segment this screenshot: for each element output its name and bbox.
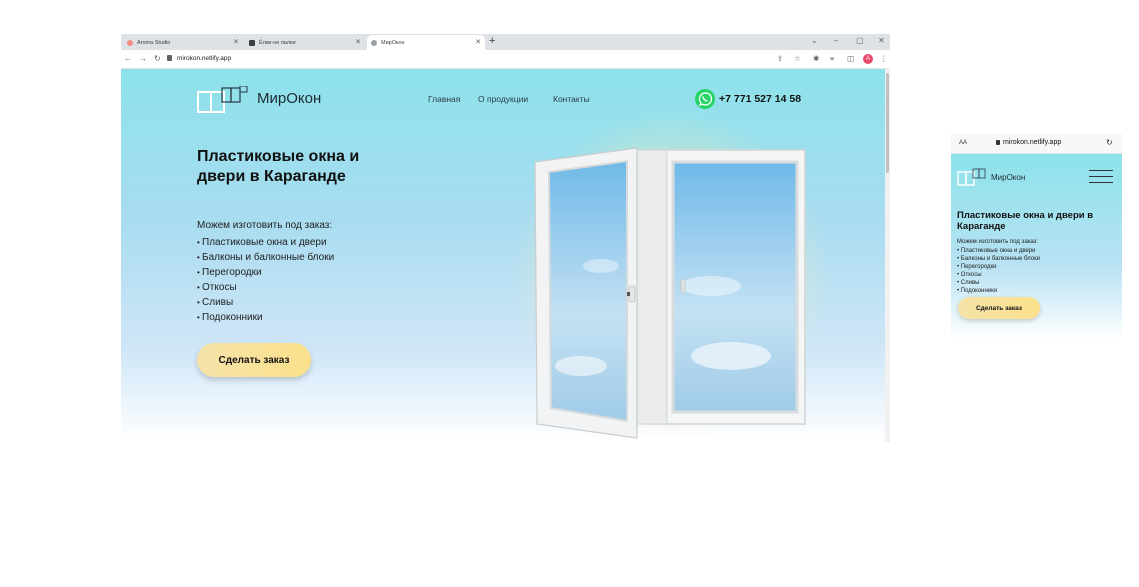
tab-strip: Aroma Studio ✕ Ёлки-не палки ✕ МирОкон ✕… (121, 34, 890, 50)
tab-favicon-icon (249, 39, 255, 46)
forward-arrow-icon[interactable]: → (139, 54, 147, 63)
reload-icon[interactable]: ↻ (1106, 138, 1113, 147)
profile-avatar[interactable]: A (863, 54, 873, 64)
hero-heading: Пластиковые окна и двери в Караганде (957, 210, 1094, 232)
sidepanel-icon[interactable]: ◫ (847, 54, 854, 63)
tab-aroma-studio[interactable]: Aroma Studio ✕ (123, 35, 243, 50)
maximize-button[interactable]: ▢ (856, 36, 864, 45)
list-item: Подоконники (197, 310, 334, 325)
close-tab-icon[interactable]: ✕ (233, 38, 239, 46)
order-button[interactable]: Сделать заказ (197, 343, 311, 377)
tab-label: Ёлки-не палки (259, 39, 296, 46)
tab-label: Aroma Studio (137, 39, 171, 46)
text-size-button[interactable]: AA (959, 140, 967, 146)
mobile-url[interactable]: mirokon.netlify.app (1003, 139, 1061, 146)
list-item: Сливы (957, 279, 1040, 287)
list-item: Пластиковые окна и двери (197, 235, 334, 250)
minimize-button[interactable]: – (834, 36, 838, 45)
products-list: Пластиковые окна и двери Балконы и балко… (957, 247, 1040, 295)
tab-favicon-icon (127, 39, 133, 46)
logo-text[interactable]: МирОкон (991, 173, 1025, 182)
hero-lead: Можем изготовить под заказ: (957, 239, 1039, 245)
desktop-browser-window: Aroma Studio ✕ Ёлки-не палки ✕ МирОкон ✕… (121, 34, 890, 442)
whatsapp-icon[interactable] (695, 89, 715, 109)
logo-text[interactable]: МирОкон (257, 90, 321, 107)
logo-icon[interactable] (957, 168, 987, 186)
list-item: Откосы (957, 271, 1040, 279)
list-item: Перегородки (197, 265, 334, 280)
lock-icon (167, 55, 172, 61)
tab-mirokon[interactable]: МирОкон ✕ (367, 35, 485, 50)
menu-dots-icon[interactable]: ⋮ (880, 54, 888, 63)
list-item: Сливы (197, 295, 334, 310)
list-item: Подоконники (957, 287, 1040, 295)
logo-icon[interactable] (197, 86, 251, 114)
address-bar-row: ← → ↻ mirokon.netlify.app ⇪ ☆ ✱ ≡ ◫ A ⋮ (121, 50, 890, 69)
list-item: Балконы и балконные блоки (957, 255, 1040, 263)
list-item: Перегородки (957, 263, 1040, 271)
star-icon[interactable]: ☆ (794, 54, 801, 63)
mobile-preview: AA mirokon.netlify.app ↻ МирОкон Пластик… (951, 134, 1122, 340)
window-image (534, 147, 806, 439)
close-tab-icon[interactable]: ✕ (355, 38, 361, 46)
reload-icon[interactable]: ↻ (154, 54, 161, 63)
mobile-address-bar: AA mirokon.netlify.app ↻ (951, 134, 1122, 154)
list-item: Откосы (197, 280, 334, 295)
close-tab-icon[interactable]: ✕ (475, 38, 481, 46)
tab-label: МирОкон (381, 39, 405, 46)
hero-heading: Пластиковые окна и двери в Караганде (197, 148, 360, 185)
extensions-icon[interactable]: ✱ (813, 54, 819, 63)
hamburger-menu-icon[interactable] (1089, 170, 1113, 184)
tab-search-icon[interactable]: ⌄ (811, 36, 818, 45)
close-window-button[interactable]: ✕ (878, 36, 885, 45)
scrollbar-thumb[interactable] (886, 73, 889, 173)
reading-list-icon[interactable]: ≡ (830, 54, 834, 63)
phone-number[interactable]: +7 771 527 14 58 (719, 93, 801, 105)
website-hero: МирОкон Главная О продукции Контакты +7 … (121, 69, 885, 442)
lock-icon (996, 140, 1000, 145)
tab-elki-ne-palki[interactable]: Ёлки-не палки ✕ (245, 35, 365, 50)
order-button[interactable]: Сделать заказ (958, 297, 1040, 319)
nav-link-contacts[interactable]: Контакты (553, 94, 590, 104)
list-item: Пластиковые окна и двери (957, 247, 1040, 255)
tab-favicon-icon (371, 39, 377, 46)
list-item: Балконы и балконные блоки (197, 250, 334, 265)
products-list: Пластиковые окна и двери Балконы и балко… (197, 235, 334, 325)
hero-lead: Можем изготовить под заказ: (197, 220, 333, 231)
nav-link-products[interactable]: О продукции (478, 94, 528, 104)
page-scrollbar[interactable] (885, 69, 890, 442)
new-tab-button[interactable]: + (489, 35, 495, 47)
nav-link-home[interactable]: Главная (428, 94, 460, 104)
back-arrow-icon[interactable]: ← (124, 54, 132, 63)
share-icon[interactable]: ⇪ (777, 54, 783, 63)
url-field[interactable]: mirokon.netlify.app (177, 55, 231, 62)
